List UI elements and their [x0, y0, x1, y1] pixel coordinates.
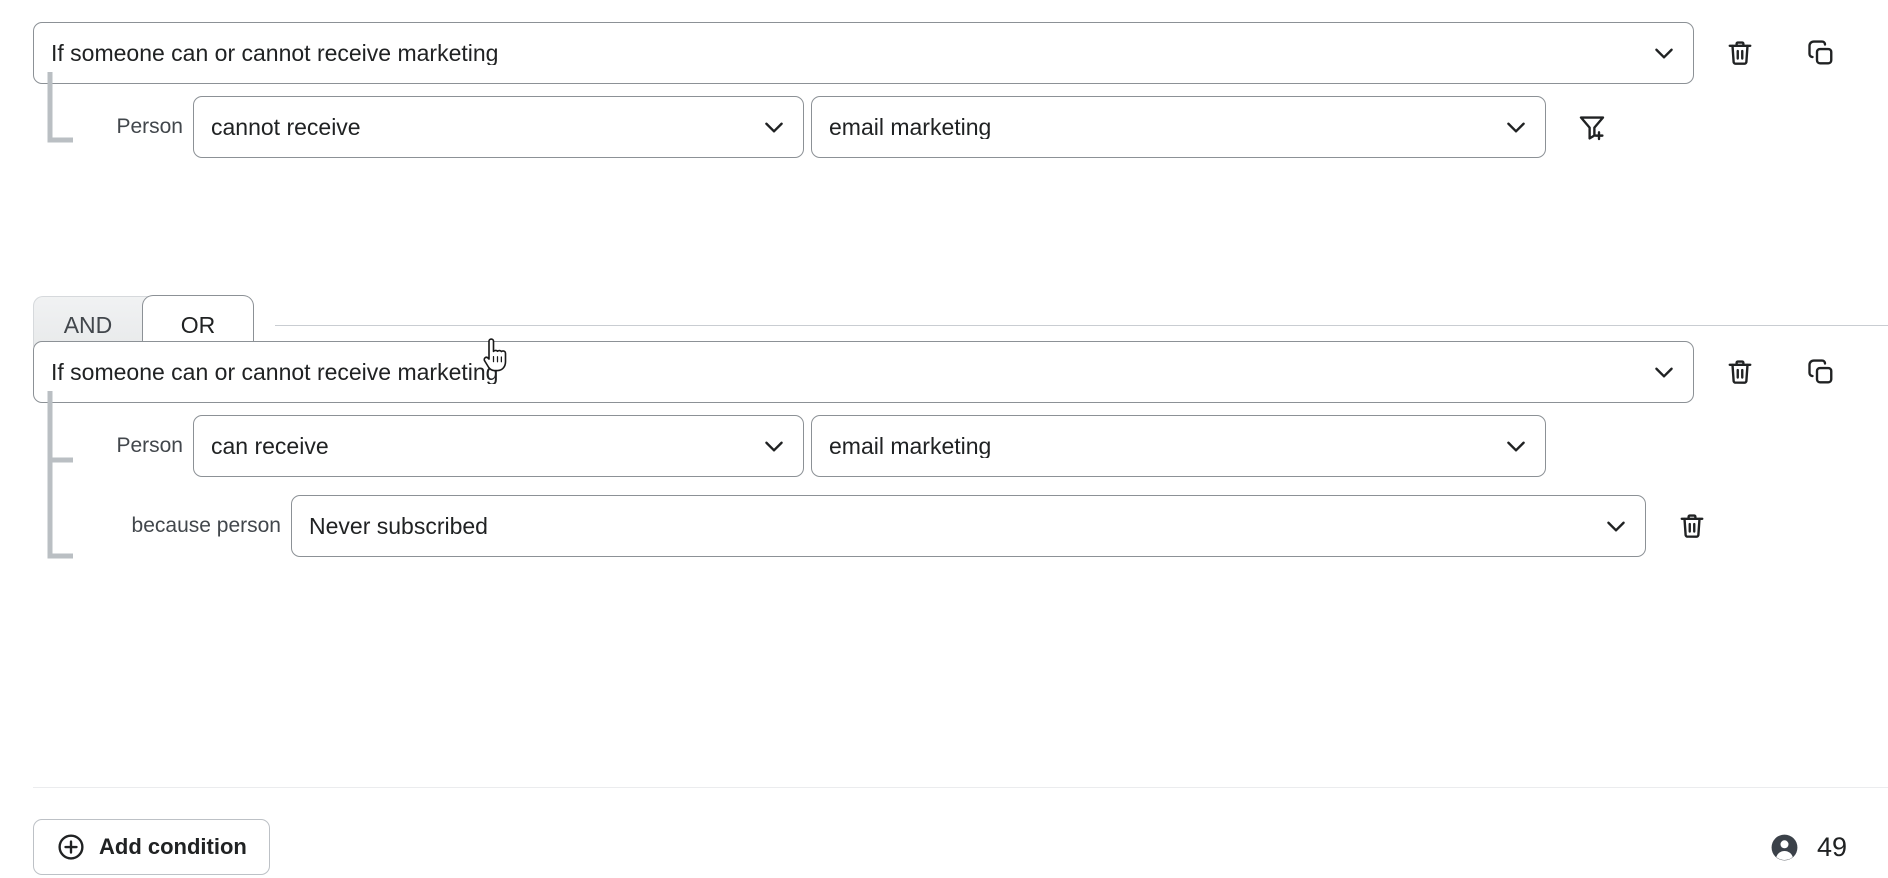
trash-icon	[1725, 38, 1755, 68]
trash-icon	[1725, 357, 1755, 387]
chevron-down-icon	[1651, 359, 1677, 385]
condition-sub-rows: Person can receive email marketing becau…	[0, 403, 1888, 557]
marketing-channel-select[interactable]: email marketing	[811, 96, 1546, 158]
plus-circle-icon	[56, 832, 86, 862]
footer-divider	[33, 787, 1888, 788]
delete-condition-button[interactable]	[1717, 349, 1763, 395]
chevron-down-icon	[761, 114, 787, 140]
delete-sub-condition-button[interactable]	[1669, 503, 1715, 549]
sub-row-label: Person	[0, 115, 193, 139]
condition-group-2: If someone can or cannot receive marketi…	[0, 341, 1888, 575]
sub-condition-row: because person Never subscribed	[0, 495, 1888, 557]
condition-header-actions	[1717, 349, 1844, 395]
member-count-value: 49	[1817, 832, 1847, 863]
sub-condition-row: Person can receive email marketing	[0, 415, 1888, 477]
member-count: 49	[1769, 832, 1847, 863]
delete-condition-button[interactable]	[1717, 30, 1763, 76]
duplicate-icon	[1806, 357, 1836, 387]
conjunction-divider	[275, 325, 1888, 326]
receive-status-value: can receive	[211, 435, 329, 458]
duplicate-condition-button[interactable]	[1798, 30, 1844, 76]
add-condition-button[interactable]: Add condition	[33, 819, 270, 875]
condition-type-select[interactable]: If someone can or cannot receive marketi…	[33, 341, 1694, 403]
condition-builder: If someone can or cannot receive marketi…	[0, 0, 1888, 878]
chevron-down-icon	[1603, 513, 1629, 539]
chevron-down-icon	[1651, 40, 1677, 66]
condition-sub-rows: Person cannot receive email marketing	[0, 84, 1888, 158]
marketing-channel-select[interactable]: email marketing	[811, 415, 1546, 477]
filter-add-icon	[1577, 112, 1607, 142]
condition-header-actions	[1717, 30, 1844, 76]
condition-header-row: If someone can or cannot receive marketi…	[0, 22, 1888, 84]
receive-status-value: cannot receive	[211, 116, 361, 139]
receive-status-select[interactable]: cannot receive	[193, 96, 804, 158]
sub-row-label: Person	[0, 434, 193, 458]
condition-type-value: If someone can or cannot receive marketi…	[51, 361, 498, 384]
reason-select[interactable]: Never subscribed	[291, 495, 1646, 557]
condition-type-value: If someone can or cannot receive marketi…	[51, 42, 498, 65]
receive-status-select[interactable]: can receive	[193, 415, 804, 477]
chevron-down-icon	[1503, 433, 1529, 459]
trash-icon	[1677, 511, 1707, 541]
reason-value: Never subscribed	[309, 515, 488, 538]
marketing-channel-value: email marketing	[829, 116, 991, 139]
add-condition-label: Add condition	[99, 834, 247, 860]
condition-type-select[interactable]: If someone can or cannot receive marketi…	[33, 22, 1694, 84]
chevron-down-icon	[761, 433, 787, 459]
sub-row-label: because person	[0, 514, 291, 538]
duplicate-condition-button[interactable]	[1798, 349, 1844, 395]
add-filter-button[interactable]	[1569, 104, 1615, 150]
duplicate-icon	[1806, 38, 1836, 68]
condition-header-row: If someone can or cannot receive marketi…	[0, 341, 1888, 403]
marketing-channel-value: email marketing	[829, 435, 991, 458]
condition-group-1: If someone can or cannot receive marketi…	[0, 22, 1888, 176]
sub-condition-row: Person cannot receive email marketing	[0, 96, 1888, 158]
chevron-down-icon	[1503, 114, 1529, 140]
person-icon	[1769, 832, 1800, 863]
builder-footer: Add condition 49	[0, 816, 1888, 878]
